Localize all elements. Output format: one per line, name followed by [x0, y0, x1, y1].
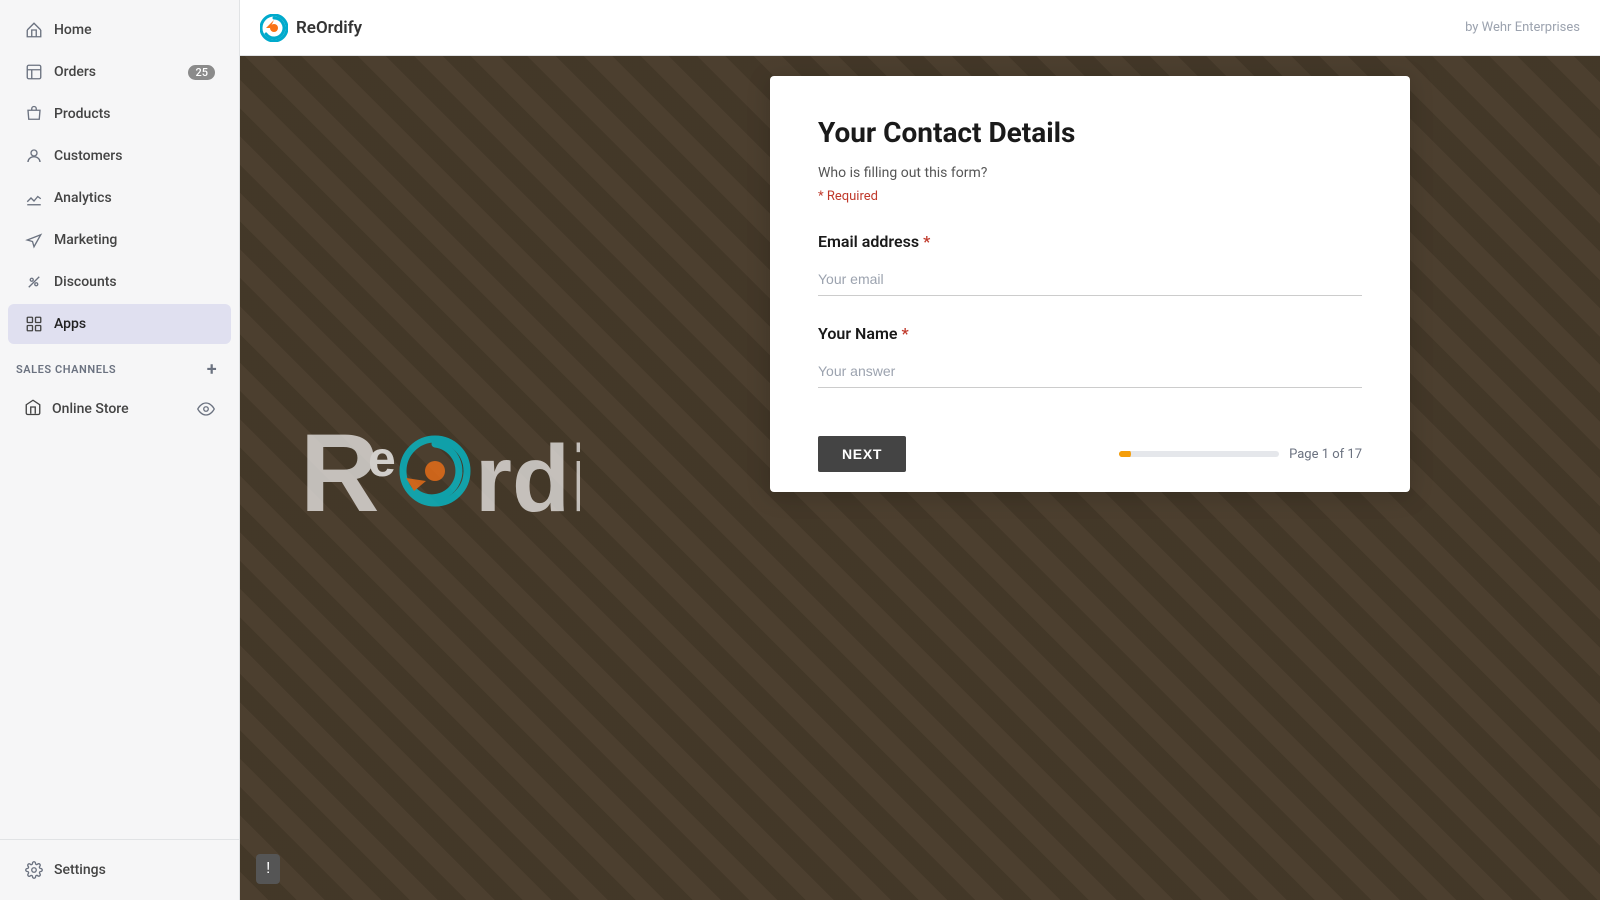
- sidebar-item-customers-label: Customers: [54, 148, 122, 164]
- online-store-label: Online Store: [52, 401, 129, 417]
- name-field-group: Your Name *: [818, 324, 1362, 388]
- progress-container: Page 1 of 17: [1119, 447, 1362, 462]
- page-info: Page 1 of 17: [1289, 447, 1362, 462]
- sidebar-item-apps-label: Apps: [54, 316, 86, 332]
- sidebar-item-discounts[interactable]: Discounts: [8, 262, 231, 302]
- form-overlay: Your Contact Details Who is filling out …: [580, 56, 1600, 900]
- sales-channels-header: SALES CHANNELS +: [0, 346, 239, 386]
- sidebar-item-analytics[interactable]: Analytics: [8, 178, 231, 218]
- watermark-svg: R e rdify: [300, 416, 580, 536]
- watermark-logo: R e rdify: [300, 416, 580, 540]
- name-input[interactable]: [818, 355, 1362, 388]
- sidebar-item-discounts-label: Discounts: [54, 274, 117, 290]
- topbar-brand-text: by Wehr Enterprises: [1465, 20, 1580, 35]
- orders-badge: 25: [188, 65, 215, 80]
- sales-channels-label: SALES CHANNELS: [16, 363, 116, 376]
- marketing-icon: [24, 230, 44, 250]
- sidebar-item-home[interactable]: Home: [8, 10, 231, 50]
- sidebar-item-settings-label: Settings: [54, 862, 106, 878]
- topbar-logo-text: ReOrdify: [296, 18, 362, 38]
- apps-icon: [24, 314, 44, 334]
- sidebar-item-analytics-label: Analytics: [54, 190, 112, 206]
- settings-icon: [24, 860, 44, 880]
- name-label: Your Name *: [818, 324, 1362, 343]
- email-field-group: Email address *: [818, 232, 1362, 296]
- topbar: ReOrdify by Wehr Enterprises: [240, 0, 1600, 56]
- sidebar-item-settings[interactable]: Settings: [8, 850, 231, 890]
- email-label: Email address *: [818, 232, 1362, 251]
- home-icon: [24, 20, 44, 40]
- email-required-star: *: [923, 232, 930, 251]
- reordify-logo-icon: [260, 14, 288, 42]
- sidebar-item-marketing-label: Marketing: [54, 232, 117, 248]
- sidebar-bottom: Settings: [0, 839, 239, 900]
- form-subtitle: Who is filling out this form?: [818, 165, 1362, 181]
- next-button[interactable]: NEXT: [818, 436, 906, 472]
- sidebar-item-apps[interactable]: Apps: [8, 304, 231, 344]
- customers-icon: [24, 146, 44, 166]
- sidebar-item-orders-label: Orders: [54, 64, 96, 80]
- products-icon: [24, 104, 44, 124]
- svg-text:rdify: rdify: [475, 426, 580, 532]
- feedback-button[interactable]: !: [256, 854, 280, 884]
- form-required-label: * Required: [818, 189, 1362, 204]
- sidebar: Home Orders 25 Products Customers: [0, 0, 240, 900]
- add-sales-channel-button[interactable]: +: [201, 358, 223, 380]
- topbar-logo: ReOrdify: [260, 14, 362, 42]
- sidebar-item-orders[interactable]: Orders 25: [8, 52, 231, 92]
- sidebar-item-customers[interactable]: Customers: [8, 136, 231, 176]
- background-area: R e rdify Checklis: [240, 56, 1600, 900]
- sidebar-item-online-store[interactable]: Online Store: [8, 388, 231, 430]
- sidebar-navigation: Home Orders 25 Products Customers: [0, 0, 239, 839]
- progress-dot: [1119, 451, 1131, 457]
- discounts-icon: [24, 272, 44, 292]
- feedback-icon: !: [266, 860, 270, 877]
- online-store-icon: [24, 398, 42, 420]
- sidebar-item-products[interactable]: Products: [8, 94, 231, 134]
- sidebar-item-products-label: Products: [54, 106, 111, 122]
- progress-bar: [1119, 451, 1279, 457]
- online-store-eye-button[interactable]: [197, 400, 215, 418]
- orders-icon: [24, 62, 44, 82]
- form-footer: NEXT Page 1 of 17: [818, 416, 1362, 492]
- email-input[interactable]: [818, 263, 1362, 296]
- form-title: Your Contact Details: [818, 116, 1362, 149]
- svg-text:e: e: [368, 431, 396, 487]
- main-content: ReOrdify by Wehr Enterprises R e: [240, 0, 1600, 900]
- form-card: Your Contact Details Who is filling out …: [770, 76, 1410, 492]
- sidebar-item-home-label: Home: [54, 22, 92, 38]
- name-required-star: *: [901, 324, 908, 343]
- analytics-icon: [24, 188, 44, 208]
- sidebar-item-marketing[interactable]: Marketing: [8, 220, 231, 260]
